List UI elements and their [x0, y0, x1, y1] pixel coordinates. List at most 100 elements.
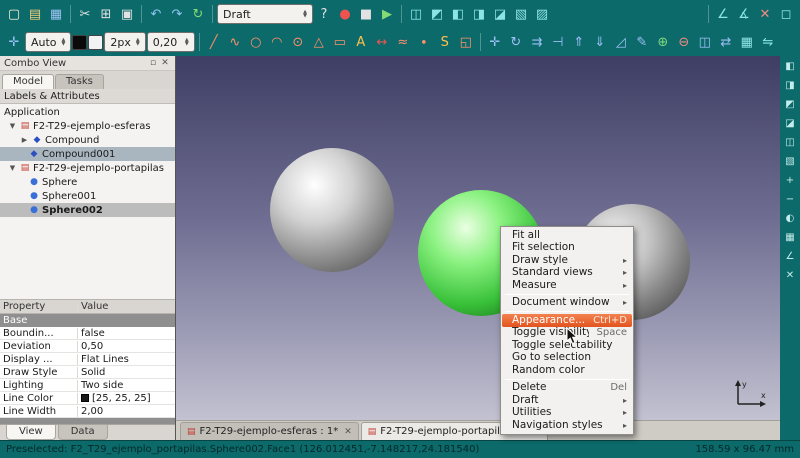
expand-arrow-icon[interactable]: ▶: [20, 136, 29, 144]
draft-shape-2d-view-icon[interactable]: ◫: [695, 32, 715, 52]
draft-circle-icon[interactable]: ○: [246, 32, 266, 52]
macro-record-icon[interactable]: ●: [335, 4, 355, 24]
draft-rectangle-icon[interactable]: ▭: [330, 32, 350, 52]
toggle-clipping-icon[interactable]: ◻: [776, 4, 796, 24]
expand-arrow-icon[interactable]: ▼: [8, 164, 17, 172]
line-width-selector[interactable]: 2px ▲▼: [104, 32, 145, 52]
expand-arrow-icon[interactable]: ▼: [8, 122, 17, 130]
view-right-icon[interactable]: ◩: [782, 96, 798, 112]
draft-mirror-icon[interactable]: ⇋: [758, 32, 778, 52]
clear-measurement-icon[interactable]: ✕: [755, 4, 775, 24]
tree-item-sphere[interactable]: ● Sphere: [0, 175, 175, 189]
measure-angle-icon[interactable]: ∡: [734, 4, 754, 24]
draft-add-point-icon[interactable]: ⊕: [653, 32, 673, 52]
redo-icon[interactable]: ↷: [167, 4, 187, 24]
draft-polyline-icon[interactable]: ∿: [225, 32, 245, 52]
property-row-draw-style[interactable]: Draw Style Solid: [0, 366, 175, 379]
refresh-icon[interactable]: ↻: [188, 4, 208, 24]
open-file-icon[interactable]: ▤: [25, 4, 45, 24]
draft-line-icon[interactable]: ╱: [204, 32, 224, 52]
draft-remove-point-icon[interactable]: ⊖: [674, 32, 694, 52]
3d-viewport[interactable]: x y: [176, 56, 780, 420]
workbench-selector[interactable]: Draft ▲▼: [217, 4, 313, 24]
macro-play-icon[interactable]: ▶: [377, 4, 397, 24]
menu-item-navigation-styles[interactable]: Navigation styles: [502, 419, 632, 432]
tab-model[interactable]: Model: [2, 74, 54, 89]
tree-item-sphere002[interactable]: ● Sphere002: [0, 203, 175, 217]
tree-item-application[interactable]: Application: [0, 105, 175, 119]
menu-item-delete[interactable]: DeleteDel: [502, 382, 632, 395]
draft-arc-icon[interactable]: ◠: [267, 32, 287, 52]
view-top-icon[interactable]: ◨: [469, 4, 489, 24]
tab-data[interactable]: Data: [58, 425, 108, 440]
draft-polygon-icon[interactable]: △: [309, 32, 329, 52]
property-row-boundingbox[interactable]: Boundin... false: [0, 327, 175, 340]
property-row-deviation[interactable]: Deviation 0,50: [0, 340, 175, 353]
draft-offset-icon[interactable]: ⇉: [527, 32, 547, 52]
draft-point-icon[interactable]: ∙: [414, 32, 434, 52]
fit-all-icon[interactable]: ◫: [406, 4, 426, 24]
property-row-line-color[interactable]: Line Color [25, 25, 25]: [0, 392, 175, 405]
property-row-line-width[interactable]: Line Width 2,00: [0, 405, 175, 418]
zoom-out-icon[interactable]: −: [782, 191, 798, 207]
view-bottom-icon[interactable]: ◫: [782, 134, 798, 150]
save-file-icon[interactable]: ▦: [46, 4, 66, 24]
property-row-display-mode[interactable]: Display ... Flat Lines: [0, 353, 175, 366]
float-panel-icon[interactable]: ▫: [147, 58, 159, 68]
draft-to-sketch-icon[interactable]: ⇄: [716, 32, 736, 52]
view-front-icon[interactable]: ◧: [448, 4, 468, 24]
draft-scale-icon[interactable]: ◿: [611, 32, 631, 52]
draft-upgrade-icon[interactable]: ⇑: [569, 32, 589, 52]
view-isometric-icon[interactable]: ◩: [427, 4, 447, 24]
texture-view-icon[interactable]: ▦: [782, 229, 798, 245]
close-panel-icon[interactable]: ✕: [159, 58, 171, 68]
measure-icon[interactable]: ∠: [782, 248, 798, 264]
property-group-base[interactable]: Base: [0, 314, 175, 327]
stop-measure-icon[interactable]: ✕: [782, 267, 798, 283]
undo-icon[interactable]: ↶: [146, 4, 166, 24]
draft-facebinder-icon[interactable]: ◱: [456, 32, 476, 52]
draft-downgrade-icon[interactable]: ⇓: [590, 32, 610, 52]
menu-item-document-window[interactable]: Document window: [502, 297, 632, 310]
view-top-icon[interactable]: ◨: [782, 77, 798, 93]
whats-this-icon[interactable]: ?: [314, 4, 334, 24]
tree-item-sphere001[interactable]: ● Sphere001: [0, 189, 175, 203]
draft-dimension-icon[interactable]: ↔: [372, 32, 392, 52]
close-tab-icon[interactable]: [342, 427, 352, 437]
draft-ellipse-icon[interactable]: ⊙: [288, 32, 308, 52]
property-row-lighting[interactable]: Lighting Two side: [0, 379, 175, 392]
menu-item-draw-style[interactable]: Draw style: [502, 254, 632, 267]
draft-move-icon[interactable]: ✛: [485, 32, 505, 52]
document-tab-esferas[interactable]: ▤ F2-T29-ejemplo-esferas : 1*: [180, 422, 359, 440]
view-rear-icon[interactable]: ◪: [782, 115, 798, 131]
draft-array-icon[interactable]: ▦: [737, 32, 757, 52]
autogroup-selector[interactable]: Auto ▲▼: [25, 32, 71, 52]
menu-item-fit-selection[interactable]: Fit selection: [502, 242, 632, 255]
copy-icon[interactable]: ⊞: [96, 4, 116, 24]
scale-spinbox[interactable]: 0,20 ▲▼: [147, 32, 195, 52]
new-file-icon[interactable]: ▢: [4, 4, 24, 24]
draft-trimex-icon[interactable]: ⊣: [548, 32, 568, 52]
menu-item-measure[interactable]: Measure: [502, 279, 632, 292]
measure-distance-icon[interactable]: ∠: [713, 4, 733, 24]
zoom-in-icon[interactable]: +: [782, 172, 798, 188]
draft-rotate-icon[interactable]: ↻: [506, 32, 526, 52]
paste-icon[interactable]: ▣: [117, 4, 137, 24]
menu-item-utilities[interactable]: Utilities: [502, 407, 632, 420]
face-color-swatch[interactable]: [88, 35, 103, 50]
tree-item-document-portapilas[interactable]: ▼ ▤ F2-T29-ejemplo-portapilas: [0, 161, 175, 175]
macro-stop-icon[interactable]: ■: [356, 4, 376, 24]
construction-mode-icon[interactable]: ✛: [4, 32, 24, 52]
cut-icon[interactable]: ✂: [75, 4, 95, 24]
menu-item-fit-all[interactable]: Fit all: [502, 229, 632, 242]
tree-item-compound[interactable]: ▶ ◆ Compound: [0, 133, 175, 147]
draft-shapestring-icon[interactable]: S: [435, 32, 455, 52]
menu-item-go-to-selection[interactable]: Go to selection: [502, 352, 632, 365]
menu-item-standard-views[interactable]: Standard views: [502, 267, 632, 280]
tab-view[interactable]: View: [6, 425, 56, 440]
tree-item-document-esferas[interactable]: ▼ ▤ F2-T29-ejemplo-esferas: [0, 119, 175, 133]
tab-tasks[interactable]: Tasks: [55, 74, 104, 89]
tree-item-compound001[interactable]: ◆ Compound001: [0, 147, 175, 161]
view-right-icon[interactable]: ◪: [490, 4, 510, 24]
menu-item-draft[interactable]: Draft: [502, 394, 632, 407]
